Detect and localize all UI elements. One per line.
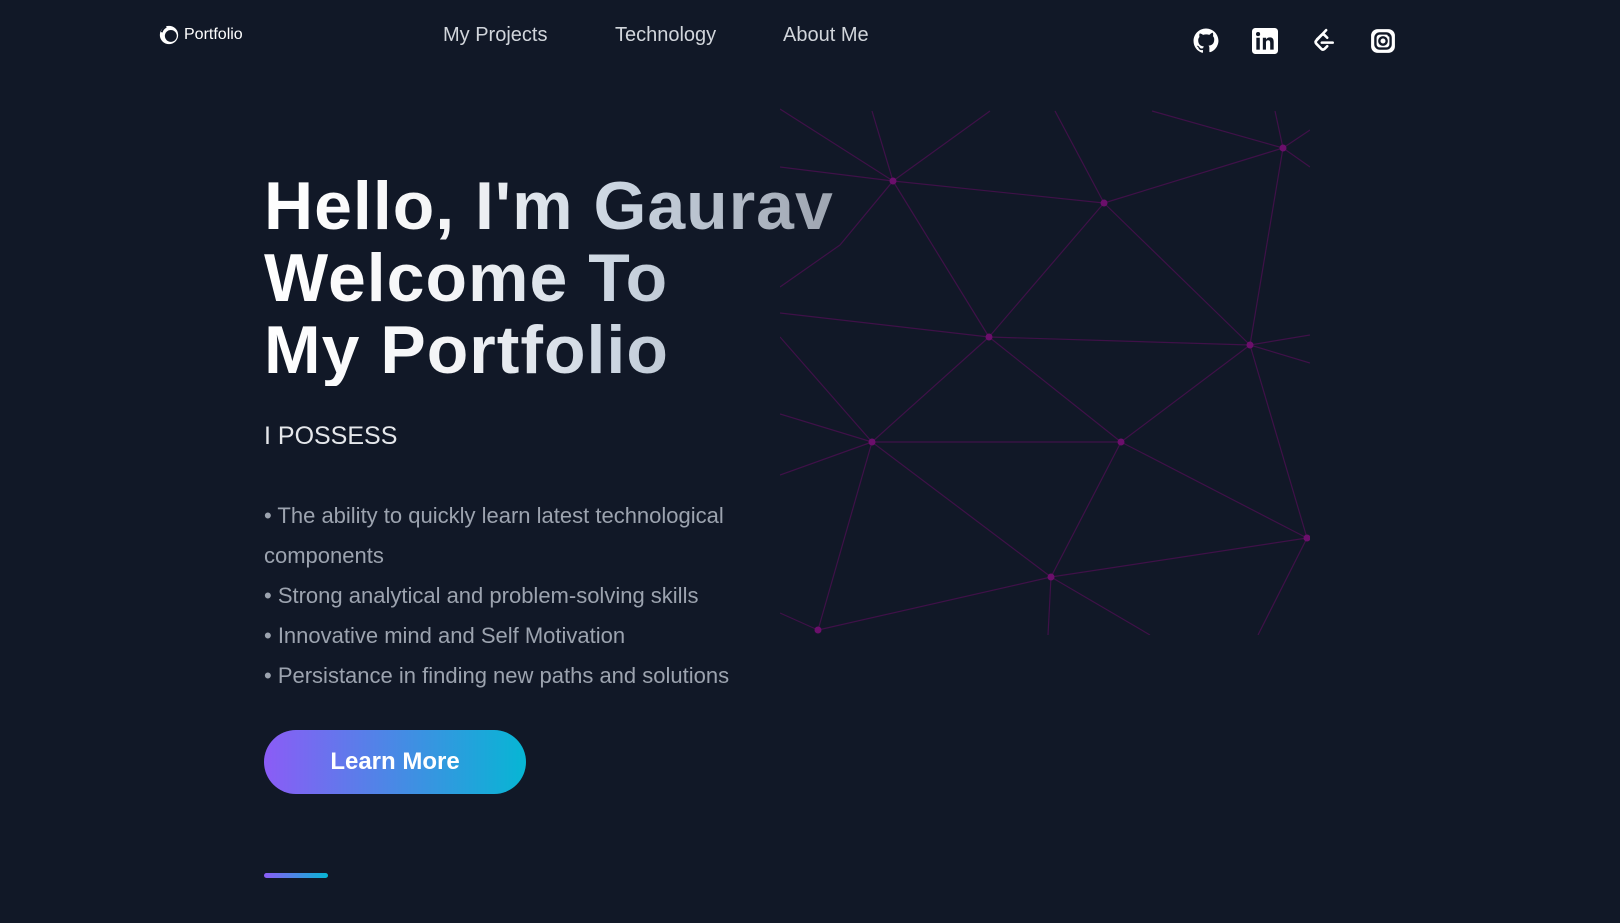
social-links <box>1193 28 1396 54</box>
leetcode-link[interactable] <box>1311 28 1337 54</box>
linkedin-icon <box>1252 28 1278 54</box>
linkedin-link[interactable] <box>1252 28 1278 54</box>
nav-my-projects[interactable]: My Projects <box>443 24 547 47</box>
skill-item-learning: • The ability to quickly learn latest te… <box>264 503 724 568</box>
github-icon <box>1193 28 1219 53</box>
github-link[interactable] <box>1193 28 1219 54</box>
possess-heading: I POSSESS <box>264 422 398 450</box>
brand-link[interactable]: Portfolio <box>158 24 243 46</box>
portfolio-page: Portfolio My Projects Technology About M… <box>0 0 1620 923</box>
skill-item-analytical: • Strong analytical and problem-solving … <box>264 583 699 608</box>
accent-divider <box>264 873 328 878</box>
instagram-icon <box>1371 29 1395 53</box>
hero-title-line-3: My Portfolio <box>264 312 669 388</box>
brand-label: Portfolio <box>184 26 243 43</box>
hero-section: Hello, I'm Gaurav Welcome To My Portfoli… <box>264 170 1024 794</box>
leetcode-icon <box>1314 28 1334 51</box>
nav-technology[interactable]: Technology <box>615 24 716 47</box>
skills-list: • The ability to quickly learn latest te… <box>264 496 804 696</box>
learn-more-button[interactable]: Learn More <box>264 730 526 794</box>
hero-title: Hello, I'm Gaurav Welcome To My Portfoli… <box>264 170 904 386</box>
skill-item-motivation: • Innovative mind and Self Motivation <box>264 623 626 648</box>
skill-item-persistence: • Persistance in finding new paths and s… <box>264 663 730 688</box>
nav-about-me[interactable]: About Me <box>783 24 869 47</box>
portfolio-logo-icon <box>159 25 179 45</box>
hero-title-line-2: Welcome To <box>264 240 669 316</box>
hero-title-line-1: Hello, I'm Gaurav <box>264 168 834 244</box>
instagram-link[interactable] <box>1370 28 1396 54</box>
